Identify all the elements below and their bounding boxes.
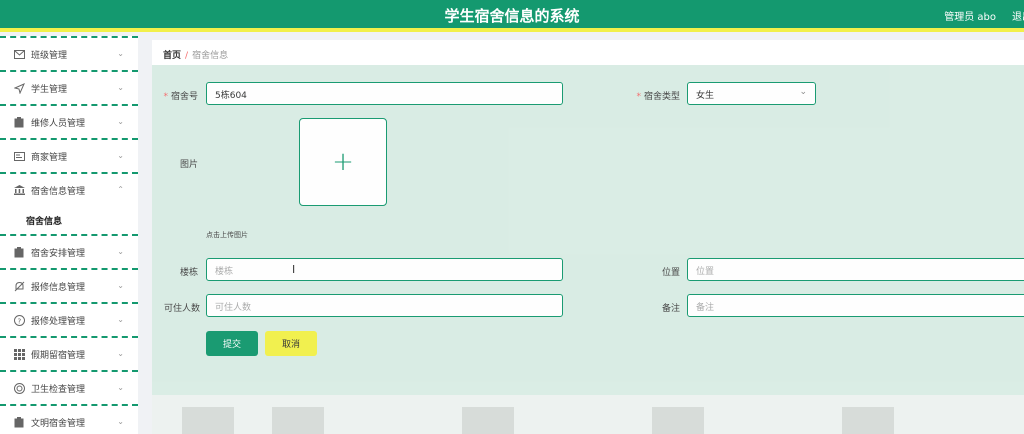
sidebar-item-label: 报修处理管理 [31, 316, 86, 327]
chevron-up-icon: ⌃ [117, 185, 124, 194]
capacity-input[interactable]: 可住人数 [206, 294, 563, 317]
app-title: 学生宿舍信息的系统 [444, 7, 580, 25]
bank-icon [13, 184, 25, 196]
dorm-form: * 宿舍号 5栋604 * 宿舍类型 女生 ⌄ 图片 + 点击上传图片 楼栋 楼栋 … [152, 65, 1024, 395]
sidebar-item-label: 报修信息管理 [31, 282, 86, 293]
svg-text:?: ? [17, 317, 21, 325]
id-card-icon [13, 150, 25, 162]
background-card [182, 407, 234, 434]
background-grid-area [152, 395, 1024, 434]
chevron-down-icon: ⌄ [117, 417, 124, 426]
top-bar: 学生宿舍信息的系统 管理员 abo 退出 [0, 0, 1024, 32]
chevron-down-icon: ⌄ [117, 349, 124, 358]
sidebar-item-label: 文明宿舍管理 [31, 418, 86, 429]
send-icon [13, 82, 25, 94]
question-icon: ? [13, 314, 25, 326]
location-input[interactable]: 位置 [687, 258, 1024, 281]
background-card [652, 407, 704, 434]
mute-bell-icon [13, 280, 25, 292]
sidebar-item-merchant[interactable]: 商家管理 ⌄ [0, 138, 138, 172]
image-upload-box[interactable]: + [299, 118, 387, 206]
cancel-button[interactable]: 取消 [265, 331, 317, 356]
main-content: 首页 / 宿舍信息 * 宿舍号 5栋604 * 宿舍类型 女生 ⌄ 图片 + 点击上传图… [152, 40, 1024, 434]
sidebar-item-student[interactable]: 学生管理 ⌄ [0, 70, 138, 104]
clipboard-icon [13, 246, 25, 258]
clipboard-icon [13, 116, 25, 128]
chevron-down-icon: ⌄ [117, 315, 124, 324]
building-label: 楼栋 [179, 268, 198, 278]
chevron-down-icon: ⌄ [117, 151, 124, 160]
chevron-down-icon: ⌄ [117, 247, 124, 256]
sidebar-item-repair-info[interactable]: 报修信息管理 ⌄ [0, 268, 138, 302]
chevron-down-icon: ⌄ [799, 87, 807, 97]
chevron-down-icon: ⌄ [117, 83, 124, 92]
breadcrumb-separator: / [185, 51, 189, 61]
background-card [272, 407, 324, 434]
grid-icon [13, 348, 25, 360]
dorm-type-select[interactable]: 女生 ⌄ [687, 82, 816, 105]
sidebar-item-label: 假期留宿管理 [31, 350, 86, 361]
sidebar-item-repairer[interactable]: 维修人员管理 ⌄ [0, 104, 138, 138]
breadcrumb-current: 宿舍信息 [192, 51, 229, 61]
plus-icon: + [332, 147, 354, 177]
breadcrumb-home[interactable]: 首页 [163, 51, 181, 61]
sidebar-item-label: 宿舍安排管理 [31, 248, 86, 259]
sidebar-item-dorm-arrange[interactable]: 宿舍安排管理 ⌄ [0, 234, 138, 268]
dorm-no-input[interactable]: 5栋604 [206, 82, 563, 105]
note-label: 备注 [661, 304, 680, 314]
upload-tip: 点击上传图片 [206, 231, 248, 239]
current-user[interactable]: 管理员 abo [944, 8, 996, 23]
note-input[interactable]: 备注 [687, 294, 1024, 317]
chevron-down-icon: ⌄ [117, 117, 124, 126]
logout-link[interactable]: 退出 [1012, 8, 1024, 23]
circle-icon [13, 382, 25, 394]
sidebar: 班级管理 ⌄ 学生管理 ⌄ 维修人员管理 ⌄ 商家管理 ⌄ 宿舍信息管理 ⌃ 宿… [0, 36, 138, 434]
submit-button[interactable]: 提交 [206, 331, 258, 356]
sidebar-item-class[interactable]: 班级管理 ⌄ [0, 36, 138, 70]
sidebar-item-holiday-stay[interactable]: 假期留宿管理 ⌄ [0, 336, 138, 370]
sidebar-item-hygiene[interactable]: 卫生检查管理 ⌄ [0, 370, 138, 404]
building-input[interactable]: 楼栋 [206, 258, 563, 281]
text-cursor-icon: Ι [292, 263, 296, 276]
capacity-label: 可住人数 [163, 304, 200, 314]
sidebar-item-label: 班级管理 [31, 50, 68, 61]
clipboard-icon [13, 416, 25, 428]
sidebar-item-label: 维修人员管理 [31, 118, 86, 129]
chevron-down-icon: ⌄ [117, 49, 124, 58]
submenu-dorm-info[interactable]: 宿舍信息 [0, 206, 138, 234]
background-card [462, 407, 514, 434]
sidebar-item-dorm-info[interactable]: 宿舍信息管理 ⌃ [0, 172, 138, 206]
location-label: 位置 [661, 268, 680, 278]
breadcrumb: 首页 / 宿舍信息 [152, 40, 1024, 65]
mail-icon [13, 48, 25, 60]
sidebar-item-label: 学生管理 [31, 84, 68, 95]
image-label: 图片 [179, 160, 198, 170]
sidebar-item-label: 宿舍信息管理 [31, 186, 86, 197]
dorm-no-label: * 宿舍号 [163, 92, 198, 102]
sidebar-item-label: 卫生检查管理 [31, 384, 86, 395]
sidebar-item-label: 商家管理 [31, 152, 68, 163]
chevron-down-icon: ⌄ [117, 383, 124, 392]
chevron-down-icon: ⌄ [117, 281, 124, 290]
dorm-type-label: * 宿舍类型 [636, 92, 680, 102]
sidebar-item-repair-handle[interactable]: ? 报修处理管理 ⌄ [0, 302, 138, 336]
sidebar-item-civilized-dorm[interactable]: 文明宿舍管理 ⌄ [0, 404, 138, 434]
dorm-type-value: 女生 [696, 91, 715, 101]
background-card [842, 407, 894, 434]
